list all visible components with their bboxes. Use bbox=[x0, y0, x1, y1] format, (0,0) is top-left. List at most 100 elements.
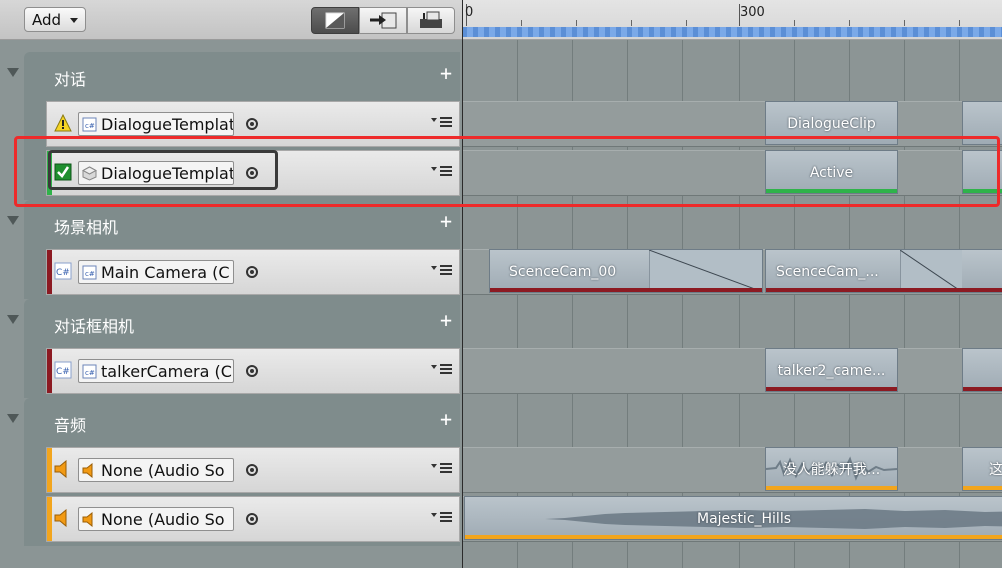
object-field[interactable]: None (Audio So bbox=[78, 507, 234, 531]
track-group-dialog-camera[interactable]: 对话框相机 + bbox=[24, 299, 460, 349]
talker-camera-clip[interactable]: talker2_came... bbox=[765, 348, 898, 392]
object-picker-icon[interactable] bbox=[246, 266, 258, 278]
ripple-mode-button[interactable] bbox=[359, 7, 407, 34]
script-icon: c# bbox=[82, 117, 97, 132]
clip-edit-mode-button[interactable] bbox=[311, 7, 359, 34]
track-menu-icon[interactable] bbox=[431, 116, 453, 128]
talker-camera-clip[interactable] bbox=[962, 348, 1002, 392]
script-icon: c# bbox=[82, 265, 97, 280]
object-field[interactable]: c# Main Camera (C bbox=[78, 260, 234, 284]
clip-underline bbox=[963, 486, 1002, 490]
group-title: 对话框相机 bbox=[54, 317, 135, 336]
speaker-icon bbox=[82, 512, 93, 527]
time-ruler[interactable]: 0 300 bbox=[462, 0, 1002, 40]
timeline-row bbox=[462, 447, 1002, 493]
track-color-stripe bbox=[47, 448, 52, 492]
replace-mode-icon bbox=[420, 11, 442, 28]
clip-underline bbox=[490, 288, 762, 292]
group-title: 对话 bbox=[54, 70, 87, 89]
track-menu-icon[interactable] bbox=[431, 363, 453, 375]
csharp-icon: C# bbox=[54, 262, 72, 280]
track-menu-icon[interactable] bbox=[431, 264, 453, 276]
ruler-minor-tick bbox=[521, 20, 522, 26]
svg-text:c#: c# bbox=[85, 270, 95, 278]
group-title: 音频 bbox=[54, 416, 87, 435]
track-color-stripe bbox=[47, 349, 52, 393]
audio-clip[interactable]: 没人能躲开我... bbox=[765, 447, 898, 491]
ruler-minor-tick bbox=[686, 20, 687, 26]
object-field-text: None (Audio So bbox=[101, 461, 225, 480]
timeline-toolbar: Add bbox=[0, 0, 462, 40]
script-icon: c# bbox=[82, 364, 97, 379]
blend-curve-icon bbox=[900, 250, 962, 292]
ruler-label-300: 300 bbox=[740, 5, 765, 20]
collapse-arrow-icon[interactable] bbox=[7, 216, 19, 225]
object-field-text: talkerCamera (C bbox=[101, 362, 232, 381]
warning-icon bbox=[54, 114, 72, 132]
clip-label: ScenceCam_... bbox=[776, 264, 879, 280]
object-field[interactable]: None (Audio So bbox=[78, 458, 234, 482]
clip-edit-mode-icon bbox=[325, 12, 345, 29]
track-audio-2[interactable]: None (Audio So bbox=[46, 496, 460, 542]
object-picker-icon[interactable] bbox=[246, 513, 258, 525]
svg-text:c#: c# bbox=[85, 122, 95, 130]
replace-mode-button[interactable] bbox=[407, 7, 455, 34]
add-track-button[interactable]: + bbox=[440, 209, 452, 233]
add-track-button[interactable]: + bbox=[440, 308, 452, 332]
clip-label: 这 bbox=[989, 462, 1002, 478]
blend-curve-icon bbox=[649, 250, 762, 292]
add-track-button[interactable]: + bbox=[440, 407, 452, 431]
object-picker-icon[interactable] bbox=[246, 464, 258, 476]
add-button[interactable]: Add bbox=[24, 7, 86, 32]
track-audio-1[interactable]: None (Audio So bbox=[46, 447, 460, 493]
camera-clip[interactable]: ScenceCam_00 bbox=[489, 249, 763, 293]
track-talker-camera[interactable]: C# c# talkerCamera (C bbox=[46, 348, 460, 394]
track-menu-icon[interactable] bbox=[431, 511, 453, 523]
ruler-minor-tick bbox=[959, 20, 960, 26]
timeline-clip-area[interactable]: DialogueClip Active ScenceCam_00 ScenceC… bbox=[462, 40, 1002, 568]
ruler-minor-tick bbox=[576, 20, 577, 26]
object-field-text: Main Camera (C bbox=[101, 263, 230, 282]
clip-underline bbox=[465, 535, 1002, 539]
clip-underline bbox=[963, 387, 1002, 391]
object-field[interactable]: c# talkerCamera (C bbox=[78, 359, 234, 383]
clip-label: Majestic_Hills bbox=[696, 511, 792, 527]
track-color-stripe bbox=[47, 497, 52, 541]
speaker-icon bbox=[54, 460, 67, 478]
track-main-camera[interactable]: C# c# Main Camera (C bbox=[46, 249, 460, 295]
track-menu-icon[interactable] bbox=[431, 462, 453, 474]
group-title: 场景相机 bbox=[54, 218, 119, 237]
track-group-audio[interactable]: 音频 + bbox=[24, 398, 460, 448]
collapse-arrow-icon[interactable] bbox=[7, 68, 19, 77]
object-field[interactable]: c# DialogueTemplate bbox=[78, 112, 234, 136]
audio-clip[interactable]: 这 bbox=[962, 447, 1002, 491]
playhead-line bbox=[462, 0, 463, 568]
audio-clip-long[interactable]: Majestic_Hills bbox=[464, 496, 1002, 540]
camera-clip[interactable]: ScenceCam_... bbox=[765, 249, 1002, 293]
svg-text:c#: c# bbox=[85, 369, 95, 377]
track-group-scene-camera[interactable]: 场景相机 + bbox=[24, 200, 460, 250]
clip-underline bbox=[766, 486, 897, 490]
track-list-panel: 对话 + c# DialogueTemplate DialogueTemplat… bbox=[0, 40, 462, 568]
track-group-dialogue[interactable]: 对话 + bbox=[24, 52, 460, 102]
chevron-down-icon bbox=[70, 18, 78, 23]
ripple-mode-icon bbox=[370, 12, 397, 29]
ruler-frame-band bbox=[462, 27, 1002, 37]
add-track-button[interactable]: + bbox=[440, 61, 452, 85]
collapse-arrow-icon[interactable] bbox=[7, 315, 19, 324]
clip-label: ScenceCam_00 bbox=[509, 264, 617, 280]
object-field-text: None (Audio So bbox=[101, 510, 225, 529]
highlight-annotation-box bbox=[14, 136, 1000, 207]
clip-underline bbox=[766, 288, 1002, 292]
svg-text:C#: C# bbox=[56, 367, 70, 377]
clip-underline bbox=[766, 387, 897, 391]
object-field-text: DialogueTemplate bbox=[101, 115, 234, 134]
svg-text:C#: C# bbox=[56, 268, 70, 278]
object-picker-icon[interactable] bbox=[246, 365, 258, 377]
ruler-label-0: 0 bbox=[465, 5, 474, 20]
clip-label: 没人能躲开我... bbox=[782, 462, 881, 478]
object-picker-icon[interactable] bbox=[246, 118, 258, 130]
ruler-minor-tick bbox=[849, 20, 850, 26]
collapse-arrow-icon[interactable] bbox=[7, 414, 19, 423]
add-button-label: Add bbox=[32, 11, 62, 29]
